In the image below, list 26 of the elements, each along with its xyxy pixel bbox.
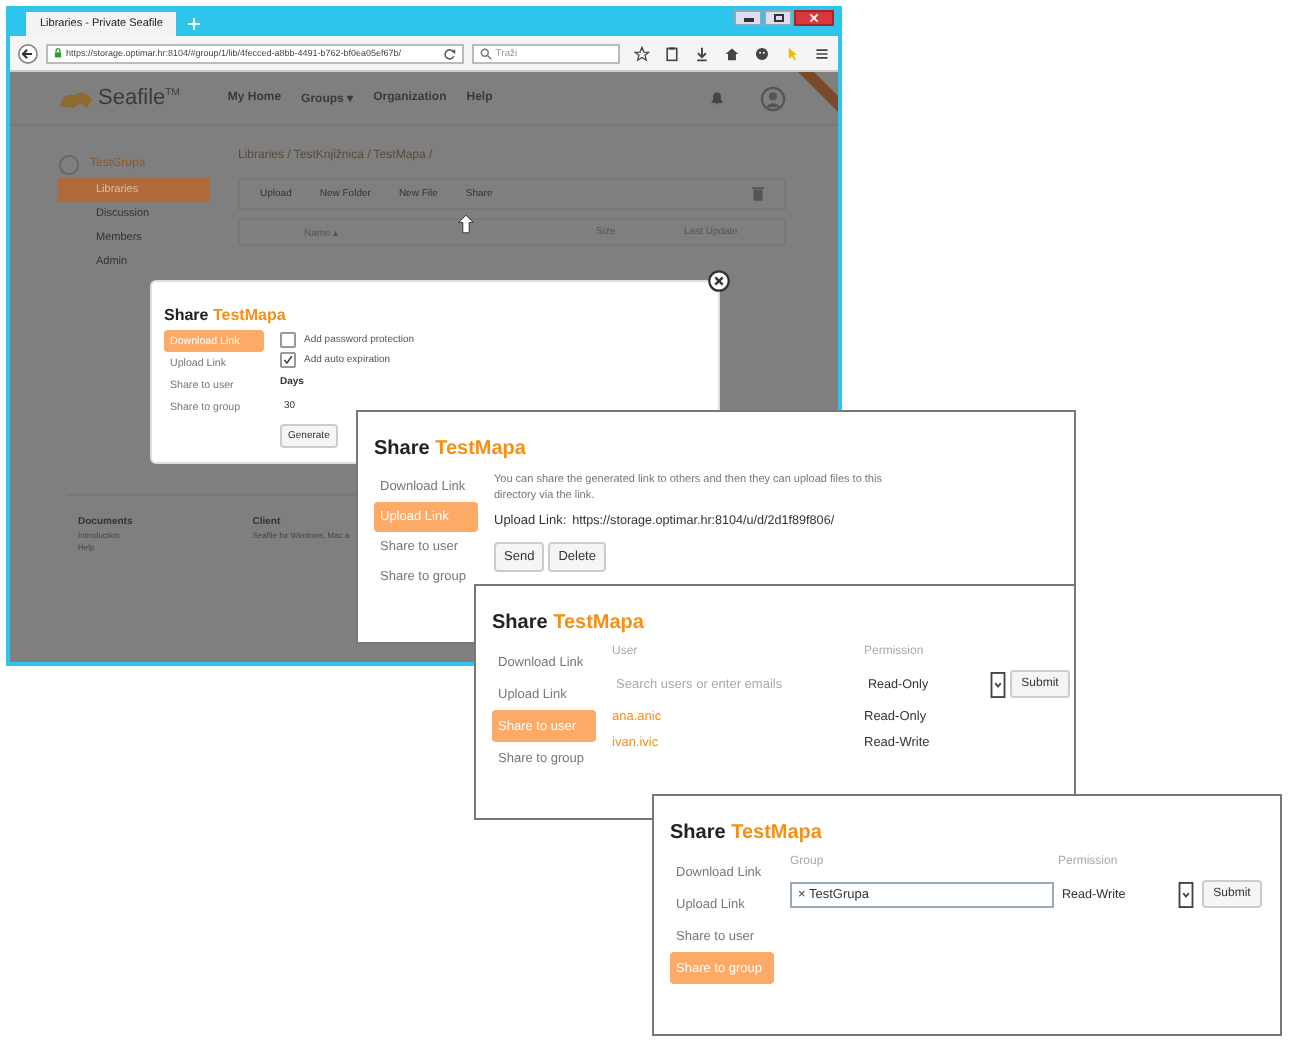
dropdown-icon[interactable] (1178, 881, 1194, 907)
checkbox[interactable] (280, 352, 296, 368)
cursor-icon (458, 214, 474, 234)
app-logo[interactable]: Seafile$^{TM}$ (98, 86, 180, 110)
close-icon[interactable] (708, 270, 730, 292)
menu-icon[interactable] (814, 45, 830, 61)
star-icon[interactable] (634, 45, 651, 61)
logo-icon (58, 87, 94, 109)
download-icon[interactable] (694, 45, 711, 61)
dropdown-icon[interactable] (990, 671, 1006, 697)
search-icon (479, 47, 492, 59)
maximize-icon[interactable] (764, 10, 792, 26)
checkbox[interactable] (280, 332, 296, 348)
back-icon[interactable] (18, 43, 38, 63)
group-icon (58, 153, 80, 175)
reload-icon[interactable] (443, 47, 456, 59)
home-icon[interactable] (724, 45, 741, 61)
dialog-title: Share TestMapa (492, 612, 644, 634)
bell-icon[interactable] (710, 90, 724, 106)
dialog-title: Share TestMapa (374, 438, 526, 460)
minimize-icon[interactable] (734, 10, 762, 26)
smiley-icon[interactable] (754, 45, 771, 61)
dialog-title: Share TestMapa (164, 306, 286, 324)
lock-icon (53, 48, 62, 58)
clipboard-icon[interactable] (664, 45, 681, 61)
dialog-title: Share TestMapa (670, 822, 822, 844)
